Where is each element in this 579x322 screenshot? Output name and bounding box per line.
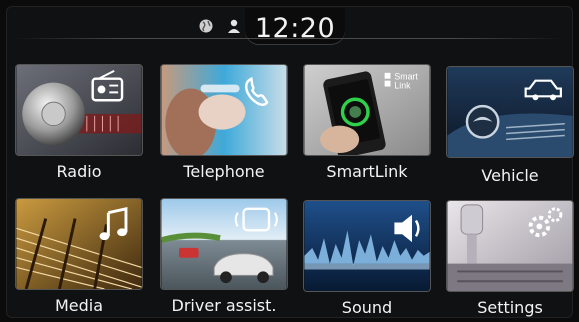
car-icon (447, 67, 573, 157)
tile-smartlink[interactable]: Smart Link (303, 64, 431, 156)
tile-sound-label: Sound (341, 298, 393, 317)
status-divider (14, 38, 565, 39)
globe-icon[interactable] (198, 18, 214, 34)
speaker-icon (304, 201, 430, 291)
phone-handset-icon (161, 65, 287, 155)
clock-time: 12:20 (254, 13, 336, 44)
tile-vehicle-label: Vehicle (481, 166, 539, 185)
tile-driver-assist[interactable] (160, 198, 288, 290)
gears-icon (447, 201, 573, 291)
tile-telephone-label: Telephone (183, 162, 265, 181)
tile-radio[interactable] (15, 64, 143, 156)
radio-icon (16, 65, 142, 155)
tile-settings[interactable] (446, 200, 574, 292)
tile-telephone[interactable] (160, 64, 288, 156)
tile-settings-label: Settings (477, 298, 543, 317)
tile-media[interactable] (15, 198, 143, 290)
tile-radio-label: Radio (56, 162, 102, 181)
smartlink-badge-line2: Link (394, 80, 411, 90)
tile-smartlink-label: SmartLink (326, 162, 408, 181)
user-profile-icon[interactable] (226, 18, 242, 34)
driver-assist-car-icon (161, 199, 287, 289)
tile-vehicle[interactable] (446, 66, 574, 158)
tile-sound[interactable] (303, 200, 431, 292)
tile-media-label: Media (54, 296, 104, 315)
status-bar: 12:20 (0, 8, 579, 44)
smartlink-icon: Smart Link (304, 65, 430, 155)
tile-driver-assist-label: Driver assist. (171, 296, 277, 315)
music-note-icon (16, 199, 142, 289)
